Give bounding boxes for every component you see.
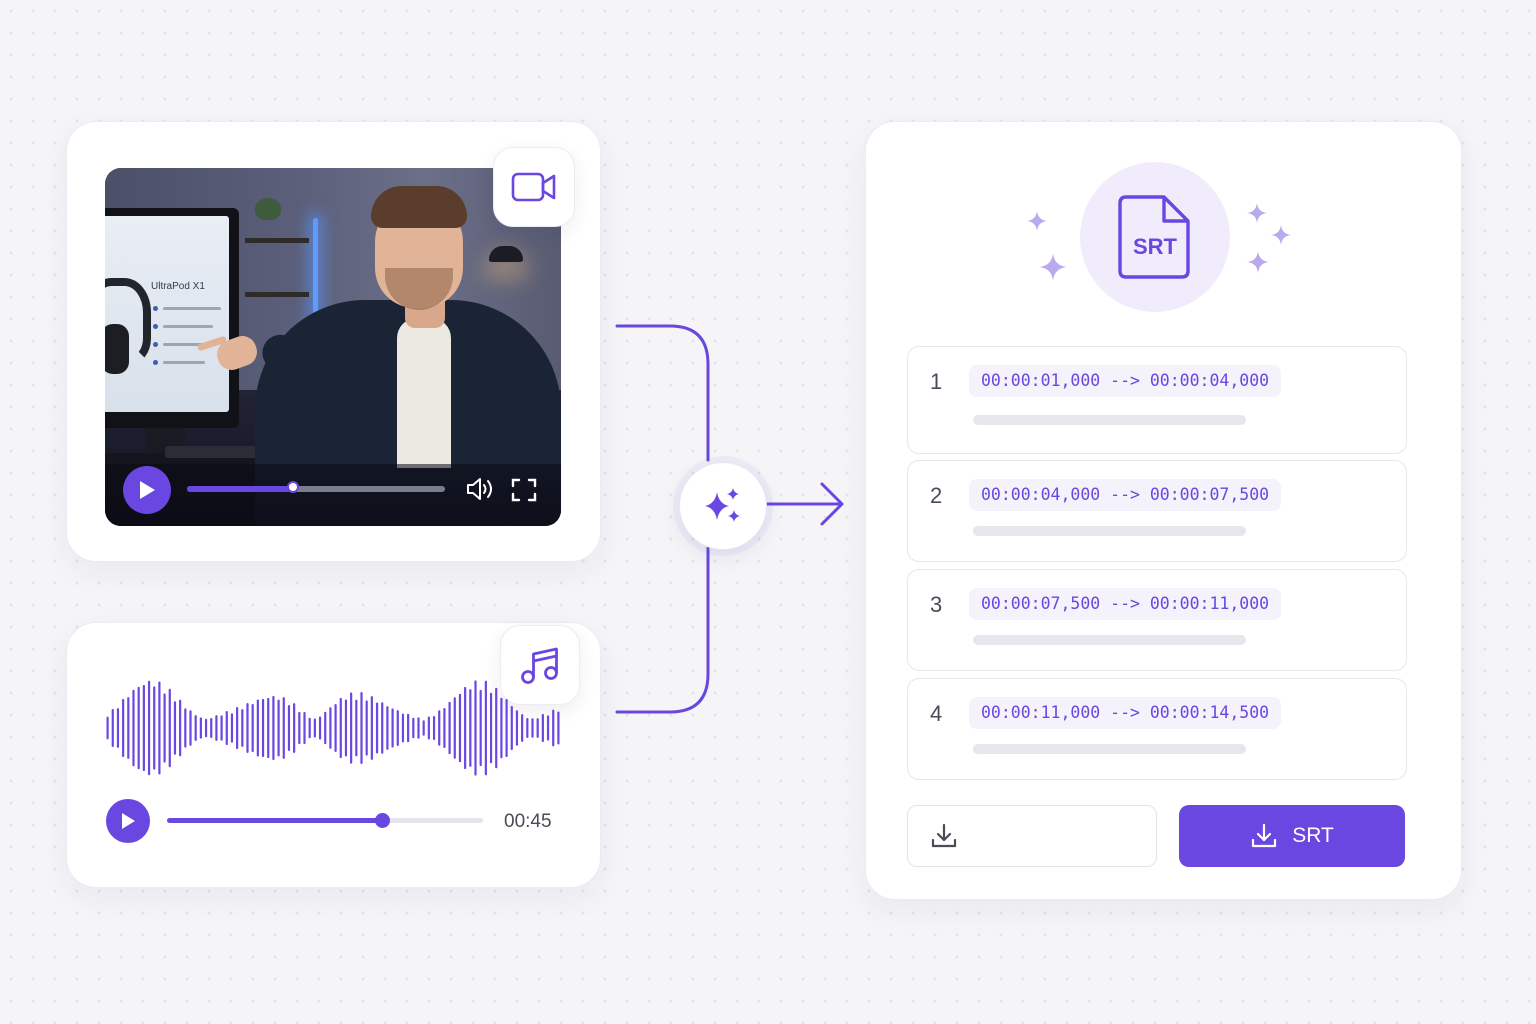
- slide-bullet: [153, 360, 158, 365]
- audio-play-button[interactable]: [106, 799, 150, 843]
- cue-index: 2: [930, 483, 943, 508]
- subtitle-cue[interactable]: 2 00:00:04,000 --> 00:00:07,500: [907, 460, 1407, 562]
- plant: [255, 198, 281, 220]
- cue-index: 4: [930, 701, 943, 726]
- sparkle-icon: [1027, 211, 1047, 231]
- slide-bullet: [153, 306, 158, 311]
- sparkle-icon: [1247, 251, 1269, 273]
- subtitle-cue[interactable]: 4 00:00:11,000 --> 00:00:14,500: [907, 678, 1407, 780]
- video-camera-icon: [511, 172, 556, 202]
- slide-bullet-text: [163, 361, 205, 364]
- download-srt-label: SRT: [1292, 824, 1334, 847]
- slide-bullet-text: [163, 325, 213, 328]
- video-source-card: UltraPod X1: [66, 121, 601, 562]
- play-icon: [122, 813, 135, 829]
- srt-file-hero: SRT: [1080, 162, 1230, 312]
- sparkle-icon: [1271, 225, 1291, 245]
- srt-file-label: SRT: [1133, 234, 1177, 259]
- audio-progress-handle[interactable]: [374, 813, 390, 828]
- download-srt-button[interactable]: SRT: [1179, 805, 1405, 867]
- presenter-shirt: [397, 318, 451, 468]
- monitor-slide-title: UltraPod X1: [151, 281, 205, 292]
- shelf: [245, 292, 309, 297]
- pendant-lamp: [489, 246, 523, 262]
- download-icon: [931, 823, 957, 848]
- cue-text-placeholder: [973, 415, 1246, 425]
- cue-index: 1: [930, 369, 943, 394]
- video-progress-fill: [187, 486, 293, 492]
- presenter-hair: [371, 186, 467, 228]
- download-icon: [1252, 823, 1277, 848]
- slide-bullet: [153, 342, 158, 347]
- monitor-screen: UltraPod X1: [105, 216, 229, 412]
- sparkle-icon: [1039, 253, 1067, 281]
- audio-source-card: 00:45: [66, 622, 601, 888]
- subtitle-cue[interactable]: 3 00:00:07,500 --> 00:00:11,000: [907, 569, 1407, 671]
- audio-progress-bar[interactable]: [167, 813, 483, 828]
- video-progress-bar[interactable]: [187, 481, 445, 493]
- play-icon: [140, 481, 155, 499]
- video-source-badge: [493, 147, 575, 227]
- ai-process-badge: [679, 462, 767, 550]
- audio-progress-fill: [167, 818, 382, 823]
- video-progress-handle[interactable]: [286, 481, 299, 493]
- headphones-image: [105, 324, 129, 374]
- slide-bullet: [153, 324, 158, 329]
- cue-timestamp: 00:00:07,500 --> 00:00:11,000: [969, 588, 1282, 620]
- cue-timestamp: 00:00:01,000 --> 00:00:04,000: [969, 365, 1282, 397]
- cue-text-placeholder: [973, 526, 1246, 536]
- sparkles-icon: [705, 488, 740, 522]
- download-button[interactable]: [907, 805, 1157, 867]
- audio-duration: 00:45: [504, 811, 552, 832]
- cue-timestamp: 00:00:11,000 --> 00:00:14,500: [969, 697, 1282, 729]
- sparkle-icon: [1247, 203, 1267, 223]
- subtitle-cue[interactable]: 1 00:00:01,000 --> 00:00:04,000: [907, 346, 1407, 454]
- cue-text-placeholder: [973, 635, 1246, 645]
- video-player[interactable]: UltraPod X1: [105, 168, 561, 526]
- shelf: [245, 238, 309, 243]
- monitor: UltraPod X1: [105, 208, 239, 428]
- volume-icon[interactable]: [465, 476, 495, 507]
- cue-timestamp: 00:00:04,000 --> 00:00:07,500: [969, 479, 1282, 511]
- cue-text-placeholder: [973, 744, 1246, 754]
- slide-bullet-text: [163, 307, 221, 310]
- srt-output-card: SRT 1 00:00:01,000 --> 00:00:04,000 2 00…: [865, 121, 1462, 900]
- audio-waveform: [106, 680, 560, 776]
- fullscreen-icon[interactable]: [511, 478, 537, 507]
- cue-index: 3: [930, 592, 943, 617]
- video-play-button[interactable]: [123, 466, 171, 514]
